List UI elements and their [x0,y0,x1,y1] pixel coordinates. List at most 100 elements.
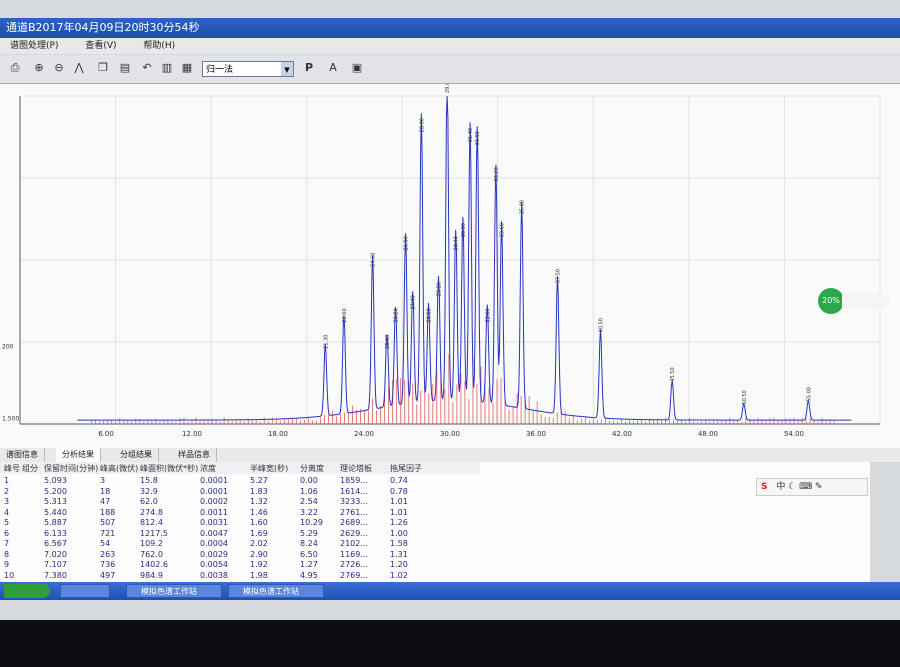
x-tick-label: 42.00 [612,430,632,438]
table-cell: 188 [100,507,116,517]
speed-ball: 20% [818,288,844,314]
table-cell: 3.22 [300,507,318,517]
table-cell: 1859... [340,476,368,485]
table-cell: 7.380 [44,570,67,580]
chromatogram-chart: 6.00 12.00 18.00 24.00 30.00 36.00 42.00 48.00 5… [2,79,881,438]
table-cell: 507 [100,518,116,527]
tab-spectrum-info[interactable]: 谱图信息 [0,448,45,462]
undo-icon[interactable]: ↶ [140,61,154,75]
peak-label: 40.50 [599,318,605,332]
zoom-out-icon[interactable]: ⊖ [52,61,66,75]
table-cell: 47 [100,497,111,506]
taskbar-item-workstation-2[interactable]: 模拟色谱工作站 [228,584,324,598]
x-tick-label: 24.00 [354,430,374,438]
table-cell: 5.313 [44,497,67,506]
settings-icon[interactable]: ▣ [350,61,364,75]
peak-label: 28.50 [427,308,433,322]
table-row[interactable]: 8 7.020 263 762.0 0.0029 2.90 6.50 1169... 1.31 [0,550,480,560]
p-button[interactable]: P [302,61,316,75]
table-row[interactable]: 5 5.887 507 812.4 0.0031 1.60 10.29 2689... 1.26 [0,518,480,528]
print-icon[interactable]: ⎙ [8,61,22,75]
x-tick-label: 12.00 [182,430,202,438]
table-row[interactable]: 4 5.440 188 274.8 0.0011 1.46 3.22 2761... 1.01 [0,508,480,518]
tab-sample-info[interactable]: 样品信息 [172,448,217,462]
table-cell: 497 [100,570,116,580]
a-button[interactable]: A [326,61,340,75]
chevron-down-icon[interactable]: ▼ [281,62,293,76]
table-cell: 1.26 [390,518,408,527]
table-header-cell[interactable]: 组分 [22,463,38,474]
x-tick-label: 18.00 [268,430,288,438]
results-table[interactable]: 峰号 组分 保留时间(分钟) 峰高(微伏) 峰面积(微伏*秒) 浓度 半峰宽(秒) 分离度 理论… [0,462,870,582]
table-cell: 2769... [340,570,368,580]
chromatogram-area[interactable]: 6.00 12.00 18.00 24.00 30.00 36.00 42.00 48.00 5… [0,79,900,448]
chromatogram-trace [77,95,852,421]
table-header-cell[interactable]: 保留时间(分钟) [44,463,98,474]
table-row[interactable]: 9 7.107 736 1402.6 0.0054 1.92 1.27 2726... 1.20 [0,560,480,570]
table-cell: 1.98 [250,570,268,580]
menu-view[interactable]: 查看(V) [85,41,116,51]
table-cell: 721 [100,528,116,538]
table-cell: 3 [4,497,10,506]
x-tick-label: 54.00 [784,430,804,438]
table-cell: 1.02 [390,570,408,580]
table-row[interactable]: 3 5.313 47 62.0 0.0002 1.32 2.54 3233... 1.01 [0,497,480,507]
method-select-value: 归一法 [206,65,234,75]
menu-spectrum-process[interactable]: 谱图处理(P) [10,41,58,51]
report-icon[interactable]: ▥ [160,61,174,75]
table-header-cell[interactable]: 浓度 [200,463,216,474]
start-button[interactable] [4,584,50,598]
x-tick-label: 36.00 [526,430,546,438]
menu-bar: 谱图处理(P) 查看(V) 帮助(H) [0,38,900,54]
table-header-cell[interactable]: 峰号 [4,463,20,474]
table-header-cell[interactable]: 半峰宽(秒) [250,463,288,474]
table-cell: 274.8 [140,507,163,517]
tab-group-result[interactable]: 分组结果 [114,448,159,462]
peak-label: 30.40 [454,236,460,250]
table-cell: 1.06 [300,486,318,496]
table-cell: 8.24 [300,539,318,548]
monitor-badge[interactable]: 20% [818,288,892,314]
table-cell: 2.02 [250,539,268,548]
peak-label: 32.60 [485,308,491,322]
table-cell: 0.0011 [200,507,228,517]
table-header-cell[interactable]: 峰高(微伏) [100,463,138,474]
peak-label: 37.50 [556,269,562,283]
table-header-cell[interactable]: 拖尾因子 [390,463,422,474]
ime-toolbar[interactable]: S 中 ☾ ⌨ ✎ [756,478,868,496]
table-row[interactable]: 1 5.093 3 15.8 0.0001 5.27 0.00 1859... 0.74 [0,476,480,486]
table-row[interactable]: 7 6.567 54 109.2 0.0004 2.02 8.24 2102... 1.58 [0,539,480,549]
paste-icon[interactable]: ▤ [118,61,132,75]
table-cell: 62.0 [140,497,158,506]
table-cell: 736 [100,560,116,569]
table-header-cell[interactable]: 分离度 [300,463,324,474]
table-cell: 10.29 [300,518,323,527]
table-cell: 1.69 [250,528,268,538]
table-header-cell[interactable]: 理论塔板 [340,463,372,474]
copy-icon[interactable]: ❐ [96,61,110,75]
taskbar-item-workstation-1[interactable]: 模拟色谱工作站 [126,584,222,598]
table-cell: 3233... [340,497,368,506]
peak-label: 55.00 [806,387,812,401]
table-header-cell[interactable]: 峰面积(微伏*秒) [140,463,198,474]
table-cell: 2102... [340,539,368,548]
peak-icon[interactable]: ⋀ [72,61,86,75]
sogou-icon[interactable]: S [761,482,767,492]
table-icon[interactable]: ▦ [180,61,194,75]
table-cell: 1.60 [250,518,268,527]
table-cell: 0.0004 [200,539,228,548]
x-tick-label: 48.00 [698,430,718,438]
quicklaunch-icon[interactable] [60,584,110,598]
peak-label: 21.30 [323,335,329,349]
table-row[interactable]: 6 6.133 721 1217.5 0.0047 1.69 5.29 2629... 1.00 [0,529,480,539]
tab-analysis-result[interactable]: 分析结果 [56,448,101,462]
y-tick-label: 1.500 [2,415,19,422]
table-cell: 0.0001 [200,486,228,496]
table-row[interactable]: 2 5.200 18 32.9 0.0001 1.83 1.06 1614... 0.78 [0,487,480,497]
method-select[interactable]: 归一法 ▼ [202,61,294,77]
menu-help[interactable]: 帮助(H) [143,41,175,51]
table-row[interactable]: 10 7.380 497 984.9 0.0038 1.98 4.95 2769... 1.02 [0,571,480,581]
ime-tools-icon[interactable]: 中 ☾ ⌨ ✎ [776,482,822,492]
zoom-in-icon[interactable]: ⊕ [32,61,46,75]
table-cell: 2629... [340,528,368,538]
